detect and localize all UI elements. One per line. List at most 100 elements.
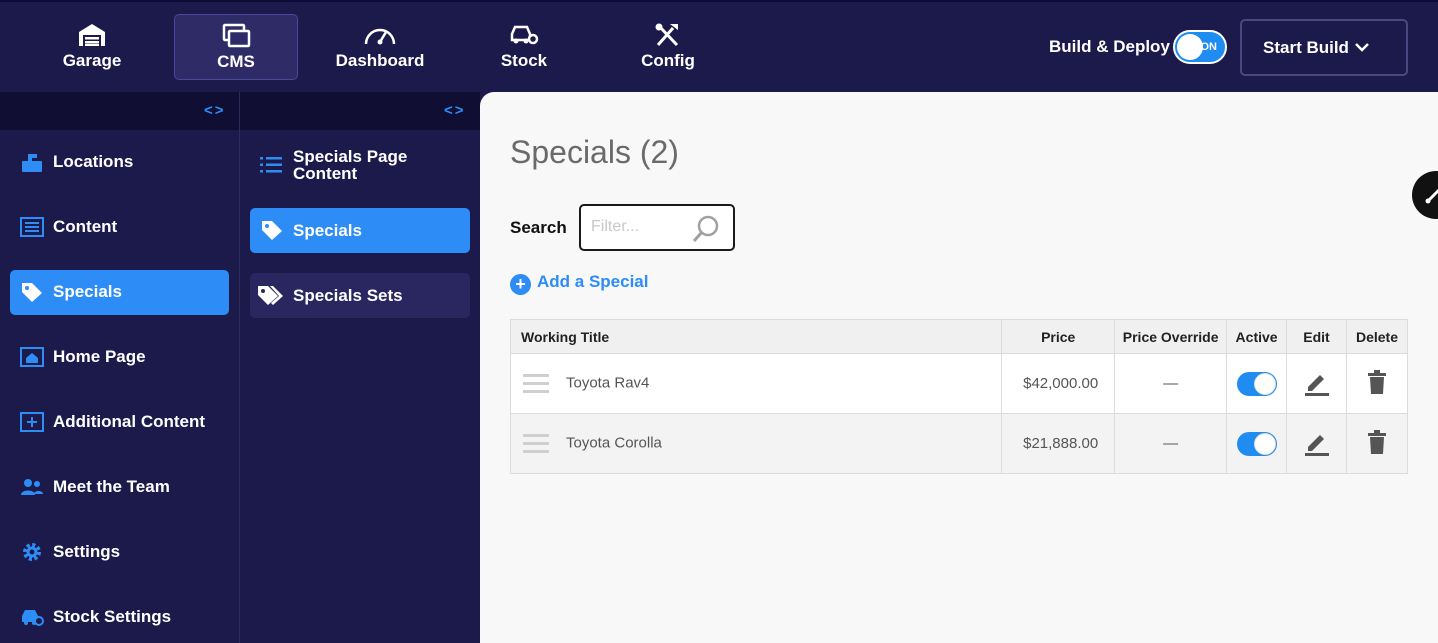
search-box [579, 204, 735, 251]
nav-tab-stock[interactable]: Stock [462, 14, 586, 80]
column-header-delete: Delete [1345, 319, 1409, 354]
sidebar-item-stock-settings[interactable]: Stock Settings [10, 595, 229, 640]
active-toggle[interactable] [1236, 371, 1277, 396]
start-build-label: Start Build [1263, 38, 1349, 57]
row-title: Toyota Corolla [566, 434, 662, 452]
search-icon[interactable] [691, 214, 721, 244]
sidebar-item-settings[interactable]: Settings [10, 530, 229, 575]
sidebar-item-label: Settings [53, 542, 121, 561]
sidebar-item-meet-the-team[interactable]: Meet the Team [10, 465, 229, 510]
sidebar-item-label: Stock Settings [53, 607, 172, 626]
delete-cell [1345, 413, 1409, 474]
nav-tab-label: CMS [217, 52, 255, 71]
edit-pencil-icon[interactable] [1303, 368, 1331, 396]
sidebar-item-label: Home Page [53, 347, 146, 366]
tools-icon [655, 23, 679, 47]
drag-handle-icon[interactable] [523, 429, 549, 458]
list-icon [260, 157, 282, 173]
nav-tab-cms[interactable]: CMS [174, 14, 298, 80]
gear-icon [23, 543, 41, 561]
chevron-down-icon [1355, 43, 1369, 52]
start-build-button[interactable]: Start Build [1240, 19, 1408, 76]
column-header-edit: Edit [1286, 319, 1347, 354]
secondary-sidebar: <> Specials Page Content Specials Specia… [240, 92, 480, 643]
top-navigation-bar: Garage CMS Dashboard Stock Config Build … [0, 0, 1438, 92]
price-override-cell: — [1114, 353, 1228, 414]
build-deploy-toggle[interactable]: ON [1173, 30, 1227, 64]
nav-tab-config[interactable]: Config [606, 14, 730, 80]
table-header-row: Working Title Price Price Override Activ… [509, 319, 1409, 354]
team-icon [21, 479, 43, 495]
price-cell: $42,000.00 [1001, 353, 1116, 414]
content-icon [20, 217, 44, 237]
speedometer-icon [364, 28, 396, 45]
subnav-item-specials[interactable]: Specials [250, 208, 470, 253]
sidebar-item-home-page[interactable]: Home Page [10, 335, 229, 380]
page-title: Specials (2) [510, 134, 679, 170]
subnav-item-label: Specials Page Content [293, 148, 407, 182]
tag-icon [262, 221, 282, 240]
collapse-glyph: <> [204, 102, 226, 119]
primary-sidebar: <> Locations Content Specials Home Page … [0, 92, 240, 643]
build-deploy-label: Build & Deploy [1049, 37, 1170, 56]
nav-tab-label: Garage [62, 51, 122, 70]
toggle-knob [1177, 34, 1203, 60]
title-cell: Toyota Corolla [509, 413, 1003, 474]
column-header-active: Active [1226, 319, 1288, 354]
title-cell: Toyota Rav4 [509, 353, 1003, 414]
row-title: Toyota Rav4 [566, 374, 650, 392]
sidebar-item-specials[interactable]: Specials [10, 270, 229, 315]
sidebar-item-additional-content[interactable]: Additional Content [10, 400, 229, 445]
column-header-price-override[interactable]: Price Override [1114, 319, 1228, 354]
subnav-item-label: Specials [293, 221, 362, 240]
sidebar-item-label: Content [53, 217, 118, 236]
toggle-state-label: ON [1200, 41, 1218, 53]
sidebar-item-locations[interactable]: Locations [10, 140, 229, 185]
sidebar-item-content[interactable]: Content [10, 205, 229, 250]
plus-circle-icon: + [510, 274, 531, 295]
tag-icon [22, 283, 42, 302]
trash-icon[interactable] [1367, 369, 1387, 394]
add-content-icon [20, 412, 44, 432]
tags-icon [258, 286, 283, 305]
location-icon [22, 154, 42, 172]
sidebar-item-label: Locations [53, 152, 134, 171]
sidebar-header: <> [0, 92, 239, 130]
edit-cell [1286, 353, 1347, 414]
active-toggle[interactable] [1236, 431, 1277, 456]
subnav-item-label: Specials Sets [293, 286, 403, 305]
nav-tab-label: Config [641, 51, 695, 70]
search-input[interactable] [591, 218, 691, 236]
cms-icon [222, 23, 251, 48]
specials-table: Working Title Price Price Override Activ… [509, 319, 1409, 474]
delete-cell [1345, 353, 1409, 414]
subnav-collapse-toggle[interactable]: <> [444, 102, 466, 119]
edit-pencil-icon[interactable] [1303, 428, 1331, 456]
search-label: Search [510, 218, 567, 237]
pencil-icon [1425, 188, 1438, 204]
nav-tab-dashboard[interactable]: Dashboard [318, 14, 442, 80]
edit-cell [1286, 413, 1347, 474]
sidebar-item-label: Additional Content [53, 412, 206, 431]
price-override-cell: — [1114, 413, 1228, 474]
collapse-toggle[interactable]: <> [204, 102, 226, 119]
toggle-knob [1253, 432, 1276, 455]
subnav-item-specials-page-content[interactable]: Specials Page Content [250, 144, 470, 186]
nav-tab-garage[interactable]: Garage [30, 14, 154, 80]
subnav-item-label-line1: Specials Page [293, 147, 408, 166]
collapse-glyph: <> [444, 102, 466, 119]
subnav-item-specials-sets[interactable]: Specials Sets [250, 273, 470, 318]
home-page-icon [20, 347, 44, 367]
active-cell [1226, 413, 1288, 474]
stock-settings-icon [22, 610, 44, 626]
add-special-link[interactable]: + Add a Special [510, 272, 648, 295]
drag-handle-icon[interactable] [523, 369, 549, 398]
car-gear-icon [510, 25, 539, 45]
subnav-item-label-line2: Content [293, 164, 358, 183]
column-header-price[interactable]: Price [1001, 319, 1116, 354]
trash-icon[interactable] [1367, 429, 1387, 454]
table-row: Toyota Rav4 $42,000.00 — [509, 353, 1409, 414]
price-cell: $21,888.00 [1001, 413, 1116, 474]
active-cell [1226, 353, 1288, 414]
column-header-working-title[interactable]: Working Title [509, 319, 1003, 354]
